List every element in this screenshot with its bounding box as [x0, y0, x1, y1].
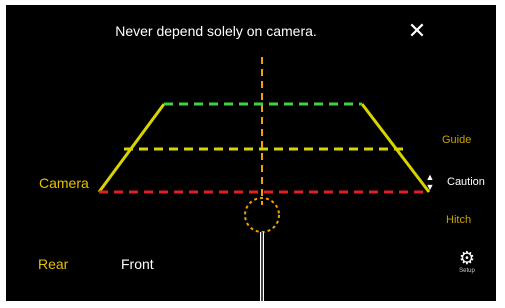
settings-sublabel: Setup: [459, 268, 475, 274]
front-camera-button[interactable]: Front: [121, 256, 154, 272]
guide-lines-overlay: [97, 57, 431, 301]
rear-camera-button[interactable]: Rear: [38, 256, 68, 272]
hitch-button[interactable]: Hitch: [446, 214, 471, 226]
gear-icon: ⚙: [458, 248, 476, 268]
caution-button[interactable]: Caution: [447, 176, 485, 188]
guide-button[interactable]: Guide: [442, 134, 471, 146]
camera-screen: Never depend solely on camera. ✕ Camera …: [6, 5, 496, 301]
camera-label: Camera: [39, 175, 89, 191]
up-down-arrow-icon[interactable]: ▲ ▼: [425, 172, 435, 194]
settings-button[interactable]: ⚙ Setup: [454, 249, 480, 279]
